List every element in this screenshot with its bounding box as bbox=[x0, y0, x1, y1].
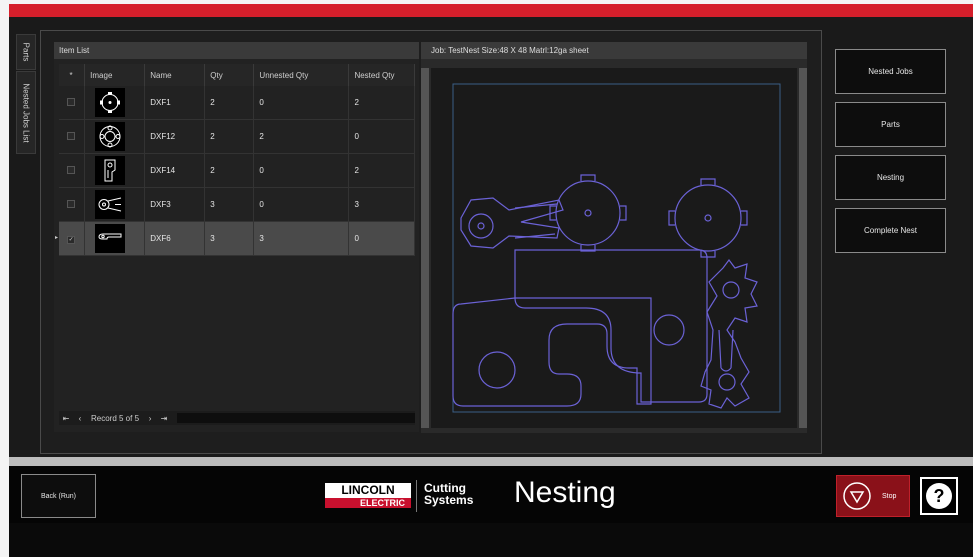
row-checkbox[interactable] bbox=[67, 165, 76, 174]
row-checkbox[interactable] bbox=[67, 199, 76, 208]
top-accent-bar bbox=[9, 4, 973, 17]
row-qty: 2 bbox=[204, 119, 255, 154]
prev-record-button[interactable]: ‹ bbox=[73, 414, 87, 423]
col-qty[interactable]: Qty bbox=[204, 64, 255, 86]
back-run-button[interactable]: Back (Run) bbox=[21, 474, 96, 518]
part-dxf1-outline bbox=[555, 180, 621, 246]
row-pointer-icon: ▸ bbox=[55, 235, 59, 241]
row-nested-qty: 2 bbox=[348, 153, 415, 188]
part-dxf1b-outline bbox=[674, 184, 742, 252]
horizontal-scrollbar[interactable] bbox=[177, 413, 415, 423]
row-nested-qty: 0 bbox=[348, 221, 415, 256]
row-unnested-qty: 0 bbox=[253, 187, 350, 222]
item-list-panel: Item List * Image Name Qty Unnested Qty … bbox=[54, 42, 419, 432]
logo-top-text: LINCOLN bbox=[325, 483, 411, 498]
tab-parts[interactable]: Parts bbox=[16, 34, 36, 70]
row-name: DXF6 bbox=[144, 221, 206, 256]
item-table: * Image Name Qty Unnested Qty Nested Qty… bbox=[55, 64, 415, 256]
help-glyph: ? bbox=[934, 486, 945, 506]
row-qty: 3 bbox=[204, 221, 255, 256]
brand-product-line-2: Systems bbox=[424, 493, 474, 507]
dxf6-thumbnail-icon bbox=[95, 224, 126, 253]
nest-canvas[interactable] bbox=[431, 68, 797, 428]
row-nested-qty: 0 bbox=[348, 119, 415, 154]
nest-job-header: Job: TestNest Size:48 X 48 Matrl:12ga sh… bbox=[421, 42, 807, 59]
row-nested-qty: 3 bbox=[348, 187, 415, 222]
record-indicator: Record 5 of 5 bbox=[91, 413, 140, 423]
part-dxf3-outline bbox=[460, 197, 564, 249]
table-row[interactable]: DXF1 2 0 2 bbox=[59, 86, 415, 120]
row-name: DXF12 bbox=[144, 119, 206, 154]
item-list-title: Item List bbox=[54, 42, 419, 59]
nested-parts bbox=[452, 174, 758, 409]
nest-view-panel: Job: TestNest Size:48 X 48 Matrl:12ga sh… bbox=[421, 42, 807, 433]
stop-icon bbox=[843, 482, 871, 510]
tab-parts-label: Parts bbox=[21, 42, 31, 62]
bottom-strip bbox=[9, 523, 973, 557]
col-image[interactable]: Image bbox=[84, 64, 146, 86]
nesting-button[interactable]: Nesting bbox=[835, 155, 946, 200]
table-row[interactable]: DXF14 2 0 2 bbox=[59, 153, 415, 188]
col-unnested-qty[interactable]: Unnested Qty bbox=[253, 64, 350, 86]
stop-button[interactable]: Stop bbox=[836, 475, 910, 517]
row-unnested-qty: 3 bbox=[253, 221, 350, 256]
help-icon: ? bbox=[926, 483, 952, 509]
row-nested-qty: 2 bbox=[348, 86, 415, 120]
footer-bar bbox=[9, 466, 973, 523]
row-qty: 2 bbox=[204, 86, 255, 120]
row-unnested-qty: 2 bbox=[253, 119, 350, 154]
col-name[interactable]: Name bbox=[144, 64, 206, 86]
part-dxf12-outline bbox=[514, 249, 708, 403]
tab-nested-jobs-label: Nested Jobs List bbox=[21, 82, 31, 143]
row-name: DXF3 bbox=[144, 187, 206, 222]
complete-nest-button[interactable]: Complete Nest bbox=[835, 208, 946, 253]
row-checkbox[interactable]: ✓ bbox=[67, 235, 76, 244]
nest-vertical-scrollbar[interactable] bbox=[799, 68, 807, 428]
stop-label: Stop bbox=[882, 492, 897, 500]
dxf3-thumbnail-icon bbox=[95, 190, 126, 219]
first-record-button[interactable]: ⇤ bbox=[59, 414, 73, 423]
table-row[interactable]: DXF12 2 2 0 bbox=[59, 119, 415, 154]
row-name: DXF1 bbox=[144, 86, 206, 120]
row-checkbox[interactable] bbox=[67, 131, 76, 140]
nest-left-bar bbox=[421, 68, 429, 428]
row-unnested-qty: 0 bbox=[253, 86, 350, 120]
col-select[interactable]: * bbox=[59, 64, 86, 86]
logo-divider bbox=[416, 480, 417, 512]
lincoln-electric-logo: LINCOLN ELECTRIC bbox=[325, 483, 411, 508]
dxf1-thumbnail-icon bbox=[95, 88, 126, 117]
help-button[interactable]: ? bbox=[920, 477, 958, 515]
dxf14-thumbnail-icon bbox=[95, 156, 126, 185]
col-nested-qty[interactable]: Nested Qty bbox=[348, 64, 415, 86]
part-dxf6-outline bbox=[452, 297, 652, 407]
table-row[interactable]: DXF3 3 0 3 bbox=[59, 187, 415, 222]
vertical-tabs: Parts Nested Jobs List bbox=[16, 34, 36, 154]
next-record-button[interactable]: › bbox=[143, 414, 157, 423]
row-qty: 2 bbox=[204, 153, 255, 188]
parts-button[interactable]: Parts bbox=[835, 102, 946, 147]
nested-jobs-button[interactable]: Nested Jobs bbox=[835, 49, 946, 94]
table-row-selected[interactable]: ▸ ✓ DXF6 3 3 0 bbox=[55, 221, 415, 256]
record-pager: ⇤ ‹ Record 5 of 5 › ⇥ bbox=[59, 411, 415, 425]
dxf12-thumbnail-icon bbox=[95, 122, 126, 151]
last-record-button[interactable]: ⇥ bbox=[157, 414, 171, 423]
screen-title: Nesting bbox=[514, 476, 616, 509]
logo-bottom-text: ELECTRIC bbox=[325, 498, 411, 508]
brand-product: Cutting Systems bbox=[424, 482, 473, 506]
row-checkbox[interactable] bbox=[67, 97, 76, 106]
row-unnested-qty: 0 bbox=[253, 153, 350, 188]
row-qty: 3 bbox=[204, 187, 255, 222]
table-header-row: * Image Name Qty Unnested Qty Nested Qty bbox=[59, 64, 415, 86]
separator-band bbox=[9, 457, 973, 466]
row-name: DXF14 bbox=[144, 153, 206, 188]
tab-nested-jobs-list[interactable]: Nested Jobs List bbox=[16, 71, 36, 154]
